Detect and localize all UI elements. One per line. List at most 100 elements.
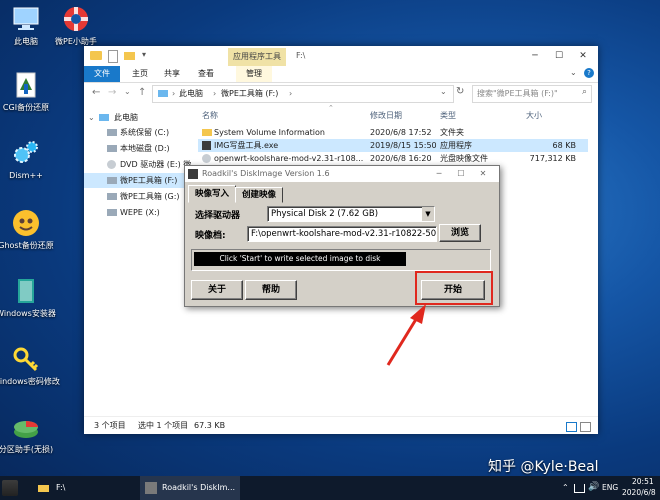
browse-button[interactable]: 浏览 <box>439 224 481 242</box>
desktop-icon-windows-installer[interactable]: Windows安装器 <box>0 276 66 319</box>
nav-item-dvd-e[interactable]: DVD 驱动器 (E:) 微 <box>84 157 196 172</box>
language-indicator[interactable]: ENG <box>602 476 618 500</box>
nav-item-this-pc[interactable]: ⌄ 此电脑 <box>84 110 196 125</box>
ribbon-tab-manage[interactable]: 管理 <box>236 66 272 82</box>
column-header-type[interactable]: 类型 <box>440 108 456 124</box>
ribbon-tab-view[interactable]: 查看 <box>188 66 224 82</box>
taskbar: F:\ Roadkil's DiskIm... ⌃ 🔊 ENG 20:51 20… <box>0 476 660 500</box>
file-row[interactable]: IMG写盘工具.exe 2019/8/15 15:50 应用程序 68 KB <box>198 139 588 152</box>
image-file-label: 映像档: <box>195 231 226 241</box>
ribbon-expand-icon[interactable]: ⌄ <box>570 68 577 77</box>
drive-select[interactable]: Physical Disk 2 (7.62 GB) ▼ <box>267 206 435 222</box>
desktop-icon-cgi[interactable]: CGI备份还原 <box>0 70 66 113</box>
breadcrumb-this-pc[interactable]: 此电脑 <box>179 86 203 102</box>
ribbon-tab-share[interactable]: 共享 <box>154 66 190 82</box>
address-dropdown-icon[interactable]: ⌄ <box>440 87 447 96</box>
ribbon: 文件 主页 共享 查看 管理 ⌄ ? <box>84 66 598 83</box>
status-bar: 3 个项目 选中 1 个项目 67.3 KB <box>84 416 598 435</box>
network-icon[interactable] <box>574 484 585 493</box>
file-name: System Volume Information <box>214 128 325 137</box>
nav-item-label: 本地磁盘 (D:) <box>120 144 170 153</box>
desktop-icon-pe-helper[interactable]: 微PE小助手 <box>36 4 116 47</box>
nav-item-label: 系统保留 (C:) <box>120 128 170 137</box>
search-box[interactable]: 搜索"微PE工具箱 (F:)" ⌕ <box>472 85 592 103</box>
desktop-icon-label: 微PE小助手 <box>55 37 97 46</box>
dropdown-arrow-icon[interactable]: ▼ <box>422 207 434 221</box>
forward-arrow-icon[interactable]: → <box>108 87 116 98</box>
dialog-minimize-button[interactable]: ─ <box>429 166 449 182</box>
nav-item-drive-c[interactable]: 系统保留 (C:) <box>84 125 196 140</box>
desktop-icon-label: 此电脑 <box>14 37 38 46</box>
dialog-close-button[interactable]: ✕ <box>473 166 493 182</box>
taskbar-item-diskimage[interactable]: Roadkil's DiskIm... <box>140 476 240 500</box>
file-row[interactable]: System Volume Information 2020/6/8 17:52… <box>198 126 588 139</box>
breadcrumb-sep-icon: › <box>289 89 293 98</box>
details-view-icon[interactable] <box>566 422 577 432</box>
status-item-count: 3 个项目 <box>94 421 126 430</box>
expand-chevron-icon[interactable]: ⌄ <box>88 110 95 125</box>
drive-icon <box>107 177 117 184</box>
image-file-input[interactable]: F:\openwrt-koolshare-mod-v2.31-r10822-50… <box>247 226 437 242</box>
file-row[interactable]: openwrt-koolshare-mod-v2.31-r108... 2020… <box>198 152 588 165</box>
dialog-restore-button[interactable]: ☐ <box>451 166 471 182</box>
address-row: ← → ⌄ ↑ › 此电脑 › 微PE工具箱 (F:) › ⌄ ↻ 搜索"微PE… <box>84 83 598 105</box>
column-header-size[interactable]: 大小 <box>526 108 542 124</box>
drive-icon <box>107 145 117 152</box>
breadcrumb-drive[interactable]: 微PE工具箱 (F:) <box>221 86 278 102</box>
qat-dropdown-icon[interactable]: ▾ <box>142 50 146 59</box>
desktop-icon-ghost[interactable]: Ghost备份还原 <box>0 208 66 251</box>
nav-item-label: 微PE工具箱 (F:) <box>120 176 178 185</box>
minimize-button[interactable]: ─ <box>524 48 546 64</box>
tab-write-image[interactable]: 映像写入 <box>188 185 236 203</box>
start-button-icon[interactable] <box>2 480 18 496</box>
tray-arrow-icon[interactable]: ⌃ <box>562 483 569 492</box>
maximize-button[interactable]: ☐ <box>548 48 570 64</box>
up-arrow-icon[interactable]: ↑ <box>138 87 146 98</box>
file-size: 717,312 KB <box>529 154 576 163</box>
desktop-icon-label: CGI备份还原 <box>2 103 50 112</box>
tiles-view-icon[interactable] <box>580 422 591 432</box>
help-button[interactable]: 帮助 <box>245 280 297 300</box>
folder-icon <box>90 51 102 60</box>
context-tab-label[interactable]: 应用程序工具 <box>228 48 286 66</box>
clock-time[interactable]: 20:51 <box>632 477 654 486</box>
back-arrow-icon[interactable]: ← <box>92 87 100 98</box>
column-header-name[interactable]: 名称 <box>202 108 218 124</box>
folder-icon <box>38 485 49 492</box>
tab-create-image[interactable]: 创建映像 <box>235 187 283 203</box>
clock-date[interactable]: 2020/6/8 <box>622 488 656 497</box>
address-bar[interactable]: › 此电脑 › 微PE工具箱 (F:) › <box>152 85 454 103</box>
search-input[interactable]: 搜索"微PE工具箱 (F:)" <box>477 86 558 102</box>
taskbar-item-explorer[interactable]: F:\ <box>34 476 134 500</box>
qat-folder-icon[interactable] <box>124 52 135 60</box>
about-button[interactable]: 关于 <box>191 280 243 300</box>
navigation-pane: ⌄ 此电脑 系统保留 (C:) 本地磁盘 (D:) DVD 驱动器 (E:) 微… <box>84 108 196 416</box>
dvd-icon <box>107 160 116 169</box>
nav-item-drive-g[interactable]: 微PE工具箱 (G:) <box>84 189 196 204</box>
recent-dropdown-icon[interactable]: ⌄ <box>124 87 131 96</box>
close-button[interactable]: ✕ <box>572 48 594 64</box>
message-text: Click 'Start' to write selected image to… <box>194 252 406 266</box>
desktop-icon-password[interactable]: Windows密码修改 <box>0 344 66 387</box>
nav-item-drive-f[interactable]: 微PE工具箱 (F:) <box>84 173 196 188</box>
column-header-date[interactable]: 修改日期 <box>370 108 402 124</box>
image-file-value: F:\openwrt-koolshare-mod-v2.31-r10822-50… <box>251 229 437 239</box>
ghost-icon <box>11 208 41 238</box>
volume-icon[interactable]: 🔊 <box>588 482 599 492</box>
nav-item-drive-d[interactable]: 本地磁盘 (D:) <box>84 141 196 156</box>
refresh-icon[interactable]: ↻ <box>456 86 464 97</box>
ribbon-tab-file[interactable]: 文件 <box>84 66 120 82</box>
nav-item-label: 微PE工具箱 (G:) <box>120 192 180 201</box>
drive-select-value: Physical Disk 2 (7.62 GB) <box>271 209 379 219</box>
breadcrumb-sep-icon: › <box>172 89 176 98</box>
file-type: 应用程序 <box>440 141 472 150</box>
search-icon[interactable]: ⌕ <box>582 87 587 97</box>
qat-page-icon[interactable] <box>108 50 118 63</box>
drive-icon <box>107 209 117 216</box>
nav-item-drive-x[interactable]: WEPE (X:) <box>84 205 196 220</box>
desktop-icon-dism[interactable]: Dism++ <box>0 138 66 181</box>
pc-small-icon <box>158 90 168 97</box>
help-icon[interactable]: ? <box>584 68 594 78</box>
desktop-icon-partition[interactable]: 分区助手(无损) <box>0 412 66 455</box>
ribbon-tab-home[interactable]: 主页 <box>122 66 158 82</box>
